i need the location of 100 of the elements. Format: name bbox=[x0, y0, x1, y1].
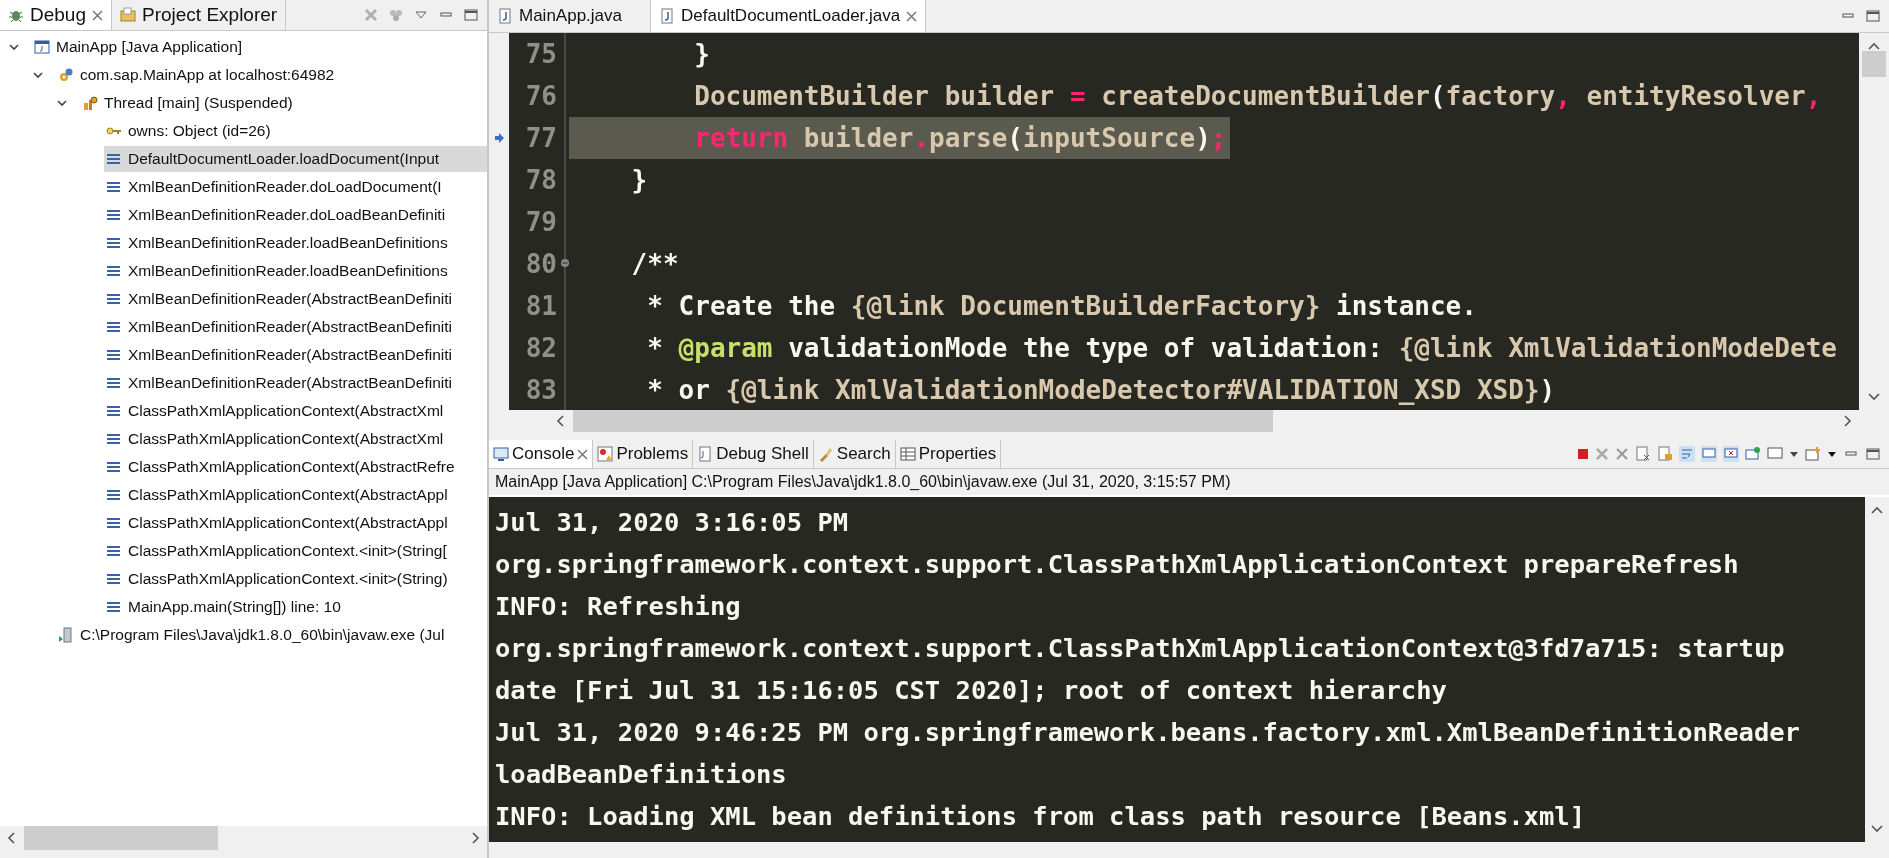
code-line: * Create the {@link DocumentBuilderFactory} instance. bbox=[646, 290, 1477, 323]
close-icon[interactable] bbox=[92, 9, 103, 21]
stack-frame-icon bbox=[106, 403, 122, 419]
instruction-pointer-icon bbox=[494, 132, 504, 143]
java-file-icon bbox=[659, 8, 675, 24]
chevron-down-icon[interactable] bbox=[8, 41, 20, 53]
tree-item[interactable]: ClassPathXmlApplicationContext.<init>(String) bbox=[104, 566, 450, 592]
stack-frame-icon bbox=[106, 235, 122, 251]
code-line: * @param validationMode the type of validation: {@link XmlValidationModeDete bbox=[646, 332, 1837, 365]
remove-all-icon[interactable] bbox=[1615, 447, 1629, 461]
chevron-down-icon[interactable] bbox=[32, 69, 44, 81]
display-console-icon[interactable] bbox=[1767, 446, 1783, 462]
console-line: INFO: Loading XML bean definitions from class path resource [Beans.xml] bbox=[495, 800, 1586, 833]
folder-icon bbox=[120, 7, 136, 23]
document-icon bbox=[697, 446, 714, 462]
stack-frame-icon bbox=[106, 347, 122, 363]
stack-frame-icon bbox=[106, 487, 122, 503]
line-number: 76 bbox=[509, 75, 566, 117]
view-tab[interactable]: Debug bbox=[0, 0, 112, 30]
scrollbar-thumb[interactable] bbox=[573, 410, 1273, 432]
maximize-icon[interactable] bbox=[1865, 8, 1881, 24]
chevron-down-icon[interactable] bbox=[56, 97, 68, 109]
tree-item[interactable]: Thread [main] (Suspended) bbox=[80, 90, 295, 116]
tree-item[interactable]: owns: Object (id=26) bbox=[104, 118, 273, 144]
fold-icon[interactable] bbox=[560, 258, 570, 268]
gears-icon bbox=[58, 67, 74, 83]
line-number: 75 bbox=[509, 33, 566, 75]
code-line: DocumentBuilder builder = createDocumentBuilder(factory, entityResolver, bbox=[693, 80, 1822, 113]
stack-frame-icon bbox=[106, 291, 122, 307]
tree-item[interactable]: XmlBeanDefinitionReader.loadBeanDefinitions bbox=[104, 258, 450, 284]
scroll-lock-icon[interactable] bbox=[1657, 446, 1673, 462]
dropdown-icon[interactable] bbox=[1789, 449, 1799, 459]
scroll-up-icon[interactable] bbox=[1870, 505, 1884, 515]
line-number: 81 bbox=[509, 285, 566, 327]
code-line: } bbox=[693, 38, 710, 71]
new-console-icon[interactable] bbox=[1805, 446, 1821, 462]
thread-icon bbox=[82, 95, 98, 111]
stack-frame-icon bbox=[106, 375, 122, 391]
stack-frame-icon bbox=[106, 431, 122, 447]
console-line: Jul 31, 2020 9:46:25 PM org.springframework.beans.factory.xml.XmlBeanDefinitionReader bbox=[495, 716, 1801, 749]
code-line: /** bbox=[630, 248, 679, 281]
tree-item[interactable]: MainApp.main(String[]) line: 10 bbox=[104, 594, 343, 620]
tree-item[interactable]: XmlBeanDefinitionReader.doLoadDocument(I bbox=[104, 174, 444, 200]
tree-item[interactable]: ClassPathXmlApplicationContext(AbstractAppl bbox=[104, 482, 450, 508]
stack-frame-icon bbox=[106, 515, 122, 531]
stop-icon[interactable] bbox=[1577, 448, 1589, 460]
code-line: } bbox=[630, 164, 648, 197]
problems-icon bbox=[597, 446, 614, 462]
stack-frame-icon bbox=[106, 543, 122, 559]
tree-item[interactable]: XmlBeanDefinitionReader(AbstractBeanDefiniti bbox=[104, 370, 454, 396]
maximize-icon[interactable] bbox=[1865, 446, 1881, 462]
tree-item[interactable]: ClassPathXmlApplicationContext(AbstractXml bbox=[104, 426, 446, 452]
show-error-icon[interactable] bbox=[1723, 446, 1739, 462]
line-number: 82 bbox=[509, 327, 566, 369]
application-icon bbox=[34, 39, 50, 55]
line-number: 79 bbox=[509, 201, 566, 243]
stack-frame-icon bbox=[106, 571, 122, 587]
console-line: org.springframework.context.support.ClassPathXmlApplicationContext@3fd7a715: startup bbox=[495, 632, 1786, 665]
line-number: 78 bbox=[509, 159, 566, 201]
pin-icon[interactable] bbox=[1745, 446, 1761, 462]
table-icon bbox=[899, 446, 916, 462]
scrollbar-thumb[interactable] bbox=[24, 826, 218, 850]
tree-item[interactable]: MainApp [Java Application] bbox=[32, 34, 245, 60]
console-line: loadBeanDefinitions bbox=[495, 758, 788, 791]
tree-item[interactable]: ClassPathXmlApplicationContext(AbstractAppl bbox=[104, 510, 450, 536]
stack-frame-icon bbox=[106, 599, 122, 615]
tree-item[interactable]: XmlBeanDefinitionReader(AbstractBeanDefiniti bbox=[104, 314, 454, 340]
tree-item[interactable]: ClassPathXmlApplicationContext.<init>(String[ bbox=[104, 538, 449, 564]
console-line: org.springframework.context.support.ClassPathXmlApplicationContext prepareRefresh bbox=[495, 548, 1740, 581]
console-line: Jul 31, 2020 3:16:05 PM bbox=[495, 506, 850, 539]
close-icon[interactable] bbox=[577, 448, 589, 460]
tree-item[interactable]: DefaultDocumentLoader.loadDocument(Input bbox=[104, 146, 487, 172]
tree-item[interactable]: XmlBeanDefinitionReader.loadBeanDefinitions bbox=[104, 230, 450, 256]
scrollbar-thumb[interactable] bbox=[1862, 51, 1886, 77]
stack-frame-icon bbox=[106, 459, 122, 475]
monitor-icon bbox=[493, 446, 509, 462]
tree-item[interactable]: ClassPathXmlApplicationContext(AbstractXml bbox=[104, 398, 446, 424]
console-line: date [Fri Jul 31 15:16:05 CST 2020]; root of context hierarchy bbox=[495, 674, 1448, 707]
tree-item[interactable]: XmlBeanDefinitionReader.doLoadBeanDefiniti bbox=[104, 202, 448, 228]
view-tab[interactable]: Console bbox=[489, 440, 594, 468]
tree-item[interactable]: C:\Program Files\Java\jdk1.8.0_60\bin\javaw.exe (Jul bbox=[56, 622, 447, 648]
tree-item[interactable]: XmlBeanDefinitionReader(AbstractBeanDefiniti bbox=[104, 286, 454, 312]
tree-item[interactable]: XmlBeanDefinitionReader(AbstractBeanDefiniti bbox=[104, 342, 454, 368]
stack-frame-icon bbox=[106, 319, 122, 335]
clear-console-icon[interactable] bbox=[1635, 446, 1651, 462]
scroll-down-icon[interactable] bbox=[1867, 392, 1881, 402]
editor-tab[interactable]: DefaultDocumentLoader.java bbox=[651, 0, 927, 32]
tree-item[interactable]: ClassPathXmlApplicationContext(AbstractRefre bbox=[104, 454, 457, 480]
scroll-down-icon[interactable] bbox=[1870, 824, 1884, 834]
tree-item[interactable]: com.sap.MainApp at localhost:64982 bbox=[56, 62, 337, 88]
stack-frame-icon bbox=[106, 179, 122, 195]
close-icon[interactable] bbox=[906, 10, 918, 22]
dropdown-icon[interactable] bbox=[1827, 449, 1837, 459]
stack-frame-icon bbox=[106, 207, 122, 223]
stack-frame-icon bbox=[106, 151, 122, 167]
maximize-icon[interactable] bbox=[463, 7, 479, 23]
scroll-up-icon[interactable] bbox=[1867, 41, 1881, 51]
code-line: * or {@link XmlValidationModeDetector#VALIDATION_XSD XSD}) bbox=[646, 374, 1556, 407]
show-output-icon[interactable] bbox=[1701, 446, 1717, 462]
console-line: INFO: Refreshing bbox=[495, 590, 742, 623]
